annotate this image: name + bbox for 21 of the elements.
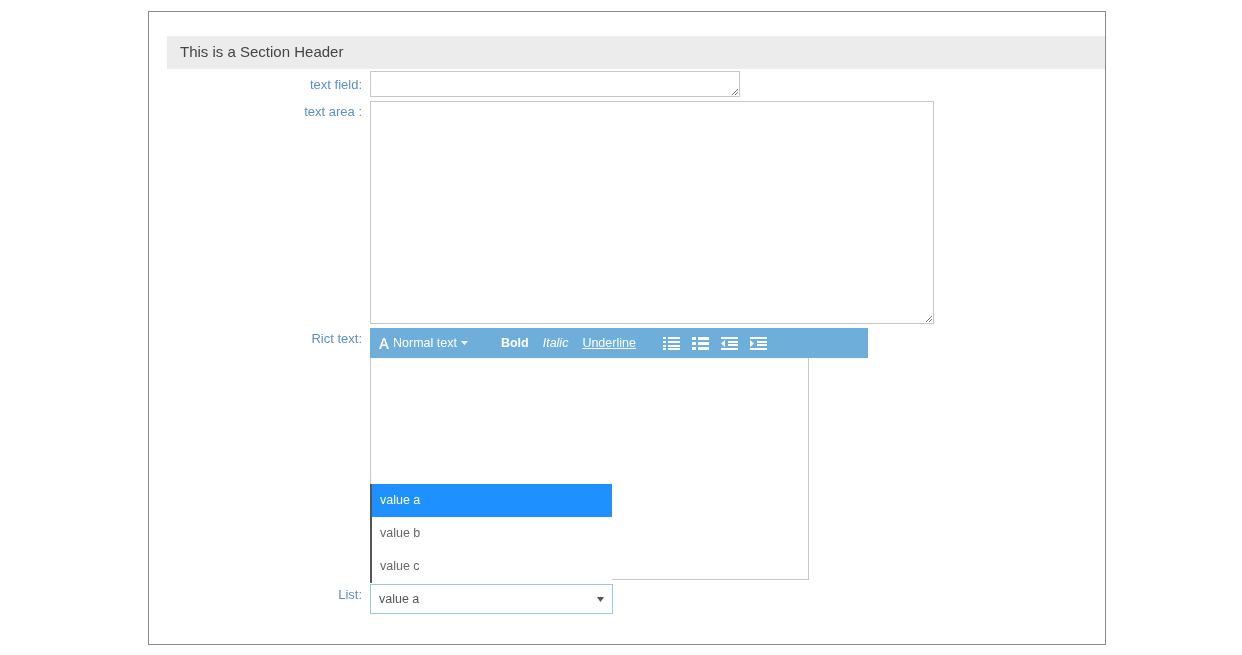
- italic-button[interactable]: Italic: [542, 333, 569, 353]
- font-icon: [379, 337, 389, 349]
- section-header: This is a Section Header: [167, 36, 1105, 69]
- dropdown-option[interactable]: value a: [372, 484, 612, 517]
- field-label: Rict text:: [310, 330, 363, 348]
- list-icon[interactable]: [691, 336, 709, 350]
- outdent-icon[interactable]: [720, 336, 738, 350]
- underline-button[interactable]: Underline: [582, 333, 636, 353]
- indent-icon[interactable]: [749, 336, 767, 350]
- field-label: text area :: [303, 103, 363, 121]
- resize-grip-icon: [731, 88, 738, 95]
- caret-icon: [460, 341, 468, 345]
- caret-icon: [597, 596, 604, 602]
- bulleted-list-icon[interactable]: [662, 336, 680, 350]
- field-label: text field:: [308, 76, 363, 94]
- list-select[interactable]: value a: [370, 584, 613, 614]
- text-style-dropdown[interactable]: Normal text: [379, 333, 468, 353]
- text-input[interactable]: [370, 71, 740, 97]
- field-label: List:: [337, 586, 363, 604]
- resize-grip-icon: [925, 315, 932, 322]
- bold-button[interactable]: Bold: [500, 333, 529, 353]
